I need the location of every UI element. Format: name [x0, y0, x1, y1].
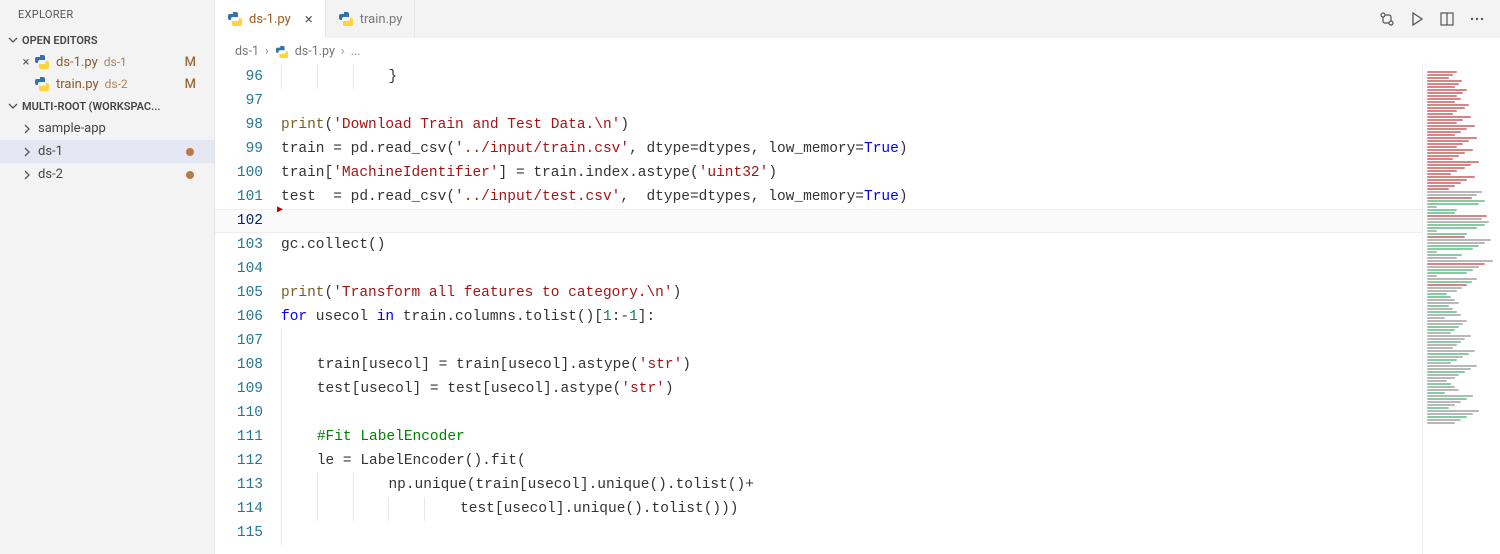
line-number: 98 — [215, 113, 263, 137]
compare-changes-icon[interactable] — [1378, 10, 1396, 28]
explorer-title: EXPLORER — [0, 0, 214, 29]
line-number: 105 — [215, 281, 263, 305]
workspace-folder-name: ds-2 — [38, 167, 63, 182]
breadcrumb-file[interactable]: ds-1.py — [295, 44, 335, 59]
chevron-right-icon — [20, 168, 34, 182]
python-file-icon — [227, 11, 243, 27]
split-editor-icon[interactable] — [1438, 10, 1456, 28]
editor-tab[interactable]: train.py — [326, 0, 416, 38]
tab-actions — [1378, 0, 1500, 38]
workspace-folder[interactable]: ds-2 — [0, 163, 214, 186]
code-line[interactable] — [281, 521, 1422, 545]
modified-dot-icon — [186, 171, 194, 179]
minimap[interactable] — [1422, 65, 1500, 554]
line-number: 104 — [215, 257, 263, 281]
line-number: 100 — [215, 161, 263, 185]
open-editors-section-header[interactable]: OPEN EDITORS — [0, 29, 214, 51]
code-line[interactable]: for usecol in train.columns.tolist()[1:-… — [281, 305, 1422, 329]
code-line[interactable]: test[usecol] = test[usecol].astype('str'… — [281, 377, 1422, 401]
line-number: 110 — [215, 401, 263, 425]
explorer-sidebar: EXPLORER OPEN EDITORS × ds-1.py ds-1 Mtrain… — [0, 0, 215, 554]
breadcrumb-folder[interactable]: ds-1 — [235, 44, 259, 59]
line-number: 106 — [215, 305, 263, 329]
modified-indicator: M — [185, 55, 208, 70]
open-editor-item[interactable]: × ds-1.py ds-1 M — [0, 51, 214, 73]
code-line[interactable] — [281, 329, 1422, 353]
workspace-folder-name: ds-1 — [38, 144, 63, 159]
line-number: 113 — [215, 473, 263, 497]
tab-filename: ds-1.py — [249, 12, 291, 27]
editor-tab[interactable]: ds-1.py × — [215, 0, 326, 38]
line-number: 111 — [215, 425, 263, 449]
workspace-label: MULTI-ROOT (WORKSPAC... — [22, 100, 160, 113]
workspace-folder[interactable]: ds-1 — [0, 140, 214, 163]
line-number: 114 — [215, 497, 263, 521]
tab-filename: train.py — [360, 12, 403, 27]
modified-dot-icon — [186, 148, 194, 156]
chevron-down-icon — [6, 99, 20, 113]
python-file-icon — [275, 45, 289, 59]
open-editor-filename: ds-1.py — [56, 55, 98, 70]
code-line[interactable]: np.unique(train[usecol].unique().tolist(… — [281, 473, 1422, 497]
code-line[interactable]: #Fit LabelEncoder — [281, 425, 1422, 449]
line-number: 102 — [215, 209, 263, 233]
line-number: 103 — [215, 233, 263, 257]
code-line[interactable]: le = LabelEncoder().fit( — [281, 449, 1422, 473]
line-number: 96 — [215, 65, 263, 89]
breadcrumb[interactable]: ds-1 › ds-1.py › ... — [215, 38, 1500, 65]
python-file-icon — [34, 76, 50, 92]
chevron-right-icon: › — [341, 44, 345, 59]
open-editors-label: OPEN EDITORS — [22, 34, 98, 47]
code-line[interactable]: train = pd.read_csv('../input/train.csv'… — [281, 137, 1422, 161]
python-file-icon — [34, 54, 50, 70]
chevron-right-icon — [20, 122, 34, 136]
line-number: 101 — [215, 185, 263, 209]
workspace-folder[interactable]: sample-app — [0, 117, 214, 140]
line-number: 99 — [215, 137, 263, 161]
close-icon[interactable]: × — [305, 10, 313, 28]
code-line[interactable]: print('Download Train and Test Data.\n') — [281, 113, 1422, 137]
open-editor-dir: ds-1 — [104, 55, 127, 69]
code-line[interactable]: train[usecol] = train[usecol].astype('st… — [281, 353, 1422, 377]
code-line[interactable] — [281, 401, 1422, 425]
line-number: 112 — [215, 449, 263, 473]
line-gutter: 9697989910010110210310410510610710810911… — [215, 65, 281, 554]
code-line[interactable]: } — [281, 65, 1422, 89]
open-editor-filename: train.py — [56, 77, 99, 92]
open-editor-item[interactable]: train.py ds-2 M — [0, 73, 214, 95]
line-number: 107 — [215, 329, 263, 353]
chevron-right-icon: › — [265, 44, 269, 59]
code-line[interactable]: print('Transform all features to categor… — [281, 281, 1422, 305]
python-file-icon — [338, 11, 354, 27]
code-line[interactable] — [281, 209, 1422, 233]
line-number: 97 — [215, 89, 263, 113]
editor-area: ds-1.py × train.py ds-1 › ds-1.py › ... 96… — [215, 0, 1500, 554]
open-editor-dir: ds-2 — [105, 77, 128, 91]
code-line[interactable]: test = pd.read_csv('../input/test.csv', … — [281, 185, 1422, 209]
line-number: 115 — [215, 521, 263, 545]
code-line[interactable]: test[usecol].unique().tolist())) — [281, 497, 1422, 521]
chevron-right-icon — [20, 145, 34, 159]
breadcrumb-more[interactable]: ... — [351, 44, 361, 59]
chevron-down-icon — [6, 33, 20, 47]
code-line[interactable] — [281, 89, 1422, 113]
line-number: 108 — [215, 353, 263, 377]
tab-bar: ds-1.py × train.py — [215, 0, 1500, 38]
code-line[interactable]: gc.collect() — [281, 233, 1422, 257]
code-line[interactable]: train['MachineIdentifier'] = train.index… — [281, 161, 1422, 185]
close-icon[interactable]: × — [18, 55, 34, 70]
modified-indicator: M — [185, 77, 208, 92]
code-line[interactable] — [281, 257, 1422, 281]
workspace-folder-name: sample-app — [38, 121, 106, 136]
more-actions-icon[interactable] — [1468, 10, 1486, 28]
code-content[interactable]: } print('Download Train and Test Data.\n… — [281, 65, 1422, 554]
line-number: 109 — [215, 377, 263, 401]
code-editor[interactable]: 9697989910010110210310410510610710810911… — [215, 65, 1500, 554]
run-icon[interactable] — [1408, 10, 1426, 28]
workspace-section-header[interactable]: MULTI-ROOT (WORKSPAC... — [0, 95, 214, 117]
